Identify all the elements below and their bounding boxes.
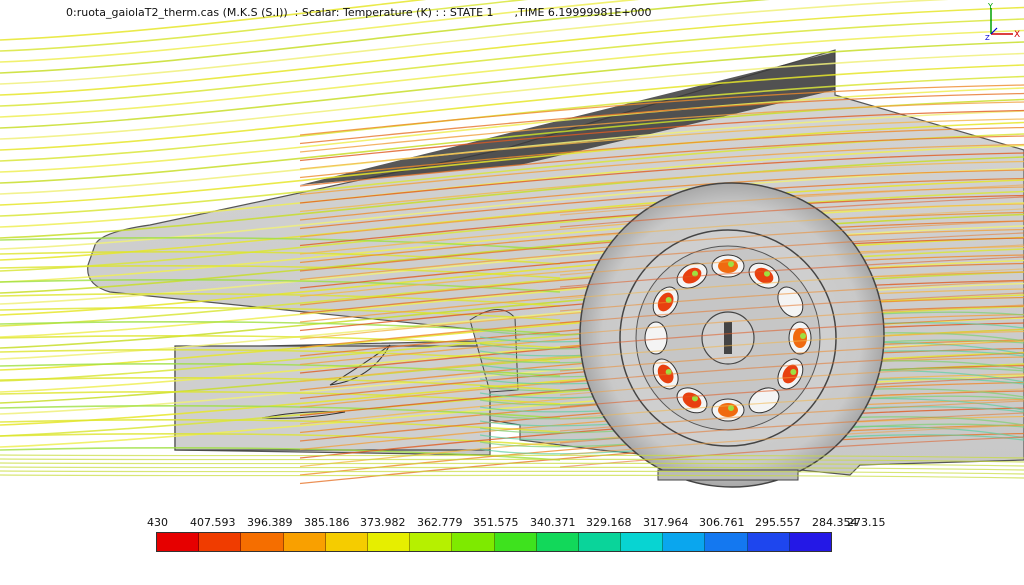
legend-swatch bbox=[494, 533, 537, 551]
axis-z-label: Z bbox=[985, 34, 990, 42]
legend-label: 396.389 bbox=[247, 516, 293, 529]
legend-swatch bbox=[747, 533, 790, 551]
legend-label: 329.168 bbox=[586, 516, 632, 529]
legend-swatch bbox=[157, 533, 200, 551]
legend-swatch bbox=[241, 533, 284, 551]
legend-swatch bbox=[621, 533, 664, 551]
legend-swatch bbox=[283, 533, 326, 551]
legend-swatch bbox=[663, 533, 706, 551]
axis-y-label: Y bbox=[987, 2, 993, 11]
legend-swatch bbox=[410, 533, 453, 551]
legend-swatch bbox=[578, 533, 622, 551]
legend-swatch bbox=[452, 533, 495, 551]
axis-x-label: X bbox=[1014, 30, 1020, 40]
legend-label: 273.15 bbox=[847, 516, 886, 529]
legend-swatch bbox=[325, 533, 368, 551]
legend-label: 430 bbox=[147, 516, 168, 529]
legend-swatch bbox=[199, 533, 242, 551]
axis-triad: Y X Z bbox=[985, 2, 1020, 42]
legend-colorbar bbox=[156, 532, 832, 552]
legend-label: 373.982 bbox=[360, 516, 406, 529]
legend-label: 340.371 bbox=[530, 516, 576, 529]
legend-label: 362.779 bbox=[417, 516, 463, 529]
legend-swatch bbox=[789, 533, 831, 551]
legend-label: 295.557 bbox=[755, 516, 801, 529]
legend-label: 385.186 bbox=[304, 516, 350, 529]
legend-labels: 430 407.593 396.389 385.186 373.982 362.779 35… bbox=[147, 516, 886, 530]
wheel-hub-slot bbox=[724, 322, 732, 354]
legend-swatch bbox=[536, 533, 579, 551]
legend-label: 317.964 bbox=[643, 516, 689, 529]
cfd-viewport[interactable] bbox=[0, 0, 1024, 585]
legend-swatch bbox=[367, 533, 411, 551]
legend-swatch bbox=[705, 533, 748, 551]
window-title: 0:ruota_gaiolaT2_therm.cas (M.K.S (S.I))… bbox=[66, 6, 652, 19]
legend-label: 306.761 bbox=[699, 516, 745, 529]
legend-label: 407.593 bbox=[190, 516, 236, 529]
rim-cool-spot bbox=[800, 333, 806, 339]
legend-label: 351.575 bbox=[473, 516, 519, 529]
rim-cool-spot bbox=[790, 369, 797, 375]
